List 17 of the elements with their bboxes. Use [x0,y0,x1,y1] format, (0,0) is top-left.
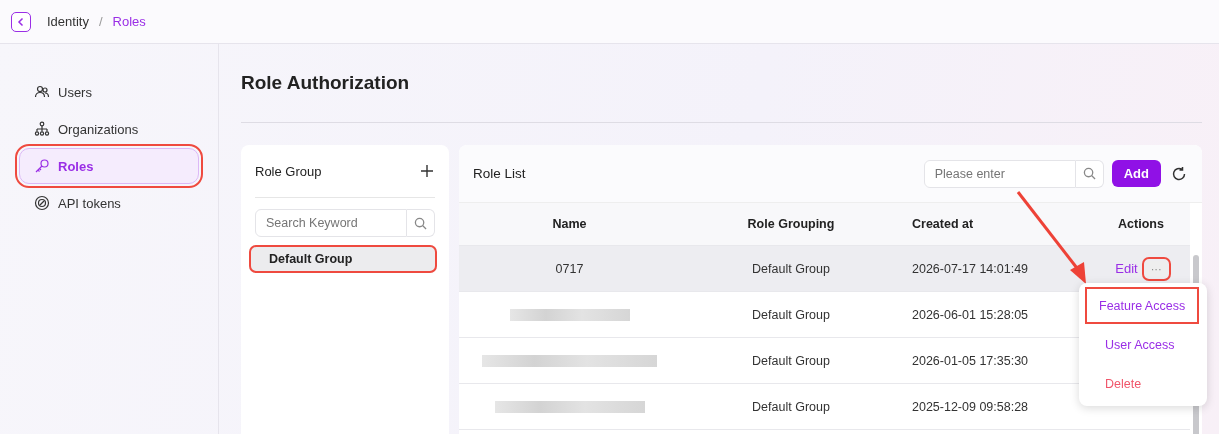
breadcrumb-separator: / [98,14,103,29]
panel-title: Role Group [255,163,322,179]
table-cell: Default Group [752,353,830,368]
table-cell: 2026-06-01 15:28:05 [912,307,1029,322]
page-title: Role Authorization [241,44,1202,123]
column-header: Actions [1092,203,1190,246]
table-cell: 2026-07-17 14:01:49 [912,261,1029,276]
table-cell: 0717 [555,261,584,276]
panel-title: Role List [473,166,527,181]
column-header: Role Grouping [680,203,902,246]
table-cell: Default Group [752,261,830,276]
table-cell: Default Group [752,307,830,322]
table-cell: Default Group [752,399,830,414]
table-cell: 2025-12-09 09:58:28 [912,399,1029,414]
column-header: Name [459,203,680,246]
column-header: Created at [902,203,1092,246]
table-cell: 2026-01-05 17:35:30 [912,353,1029,368]
